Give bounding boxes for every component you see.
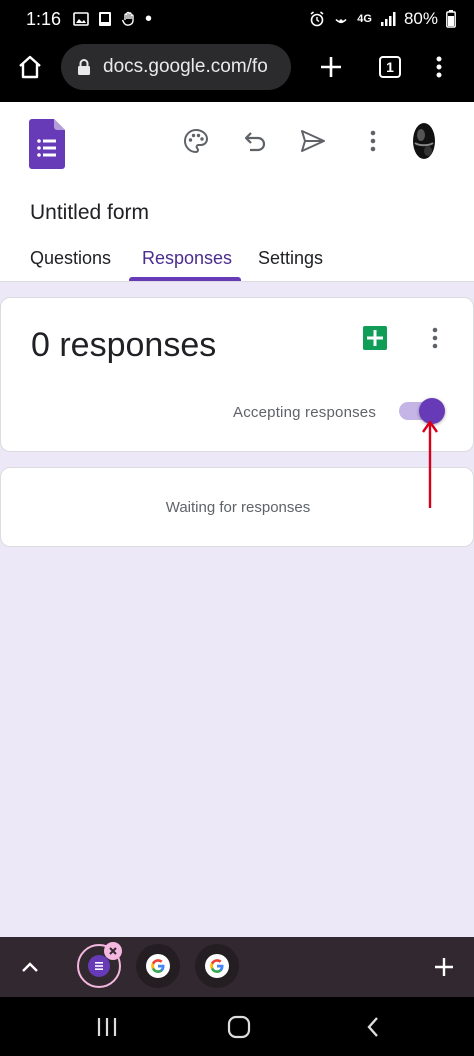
form-header: Untitled form Questions Responses Settin… [0, 102, 474, 282]
undo-icon[interactable] [240, 126, 270, 156]
responses-detail-card: Waiting for responses [0, 467, 474, 547]
header-divider [0, 281, 474, 282]
more-vert-icon[interactable] [358, 126, 388, 156]
form-tabs: Questions Responses Settings [0, 246, 474, 282]
alarm-icon [310, 11, 324, 27]
url-text: docs.google.com/fo [103, 56, 268, 77]
palette-icon[interactable] [181, 126, 211, 156]
accepting-responses-label: Accepting responses [233, 404, 377, 421]
responses-more-icon[interactable] [425, 326, 445, 350]
response-count: 0 responses [31, 326, 217, 364]
google-favicon-icon [151, 959, 165, 973]
send-icon[interactable] [298, 126, 328, 156]
tab-responses[interactable]: Responses [142, 248, 232, 269]
tab-strip-google-tab[interactable] [195, 944, 239, 988]
status-time: 1:16 [26, 8, 62, 29]
tab-strip-google-tab[interactable] [136, 944, 180, 988]
tab-questions[interactable]: Questions [30, 248, 111, 269]
notification-dot-icon: • [145, 8, 153, 30]
signal-icon [380, 12, 396, 26]
responses-summary-card: 0 responses Accepting responses [0, 297, 474, 452]
screenshot-icon [99, 12, 112, 26]
google-forms-logo-icon[interactable] [29, 119, 65, 169]
waiting-for-responses-label: Waiting for responses [165, 499, 311, 516]
chevron-up-icon[interactable] [18, 955, 42, 979]
network-type: 4G [357, 13, 372, 25]
status-bar: 1:16 • 4G 80% [0, 0, 474, 38]
tab-switcher-icon[interactable]: 1 [375, 52, 405, 82]
browser-toolbar: docs.google.com/fo 1 [0, 38, 474, 102]
gesture-icon [121, 11, 134, 26]
tab-settings[interactable]: Settings [258, 248, 323, 269]
google-favicon-icon [210, 959, 224, 973]
back-icon[interactable] [359, 1013, 387, 1041]
gallery-icon [73, 12, 89, 26]
tab-count: 1 [379, 56, 401, 78]
recent-apps-icon[interactable] [93, 1013, 121, 1041]
battery-percent: 80% [403, 9, 438, 28]
browser-menu-icon[interactable] [424, 52, 454, 82]
system-nav-bar [0, 997, 474, 1056]
annotation-arrow-icon [422, 420, 438, 508]
form-title[interactable]: Untitled form [30, 201, 149, 225]
hotspot-icon [335, 18, 347, 24]
google-sheets-icon[interactable] [363, 326, 387, 350]
battery-icon [446, 10, 456, 28]
home-icon[interactable] [15, 52, 45, 82]
forms-favicon-icon [95, 962, 103, 970]
screen: 1:16 • 4G 80% docs.google.com/fo 1 Untit… [0, 0, 474, 1056]
close-tab-icon[interactable] [104, 942, 122, 960]
home-button-icon[interactable] [225, 1013, 253, 1041]
lock-icon [78, 59, 90, 75]
new-tab-icon[interactable] [316, 52, 346, 82]
tab-strip [0, 937, 474, 997]
address-bar[interactable]: docs.google.com/fo [61, 44, 291, 90]
tab-strip-add-icon[interactable] [431, 954, 457, 980]
avatar[interactable] [407, 121, 441, 161]
